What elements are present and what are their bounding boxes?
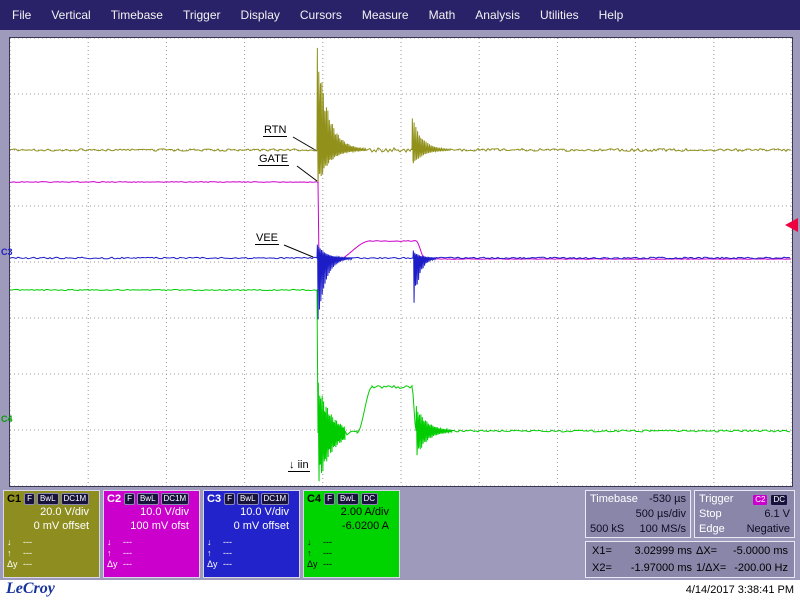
datetime: 4/14/2017 3:38:41 PM <box>686 584 794 596</box>
invdx-value: -200.00 Hz <box>734 561 788 576</box>
rtn-callout-line <box>293 137 317 151</box>
delta-y-icon: Δy <box>207 559 223 570</box>
status-bar: LeCroy 4/14/2017 3:38:41 PM <box>0 580 800 600</box>
c4-level-marker[interactable]: C4 <box>1 414 13 424</box>
trace-label-iin: ↓ iin <box>288 459 310 472</box>
offset-value: 0 mV offset <box>7 519 96 533</box>
menu-item-cursors[interactable]: Cursors <box>290 8 352 22</box>
c3-level-marker[interactable]: C3 <box>1 247 13 257</box>
trigger-box[interactable]: Trigger C2 DC Stop 6.1 V Edge Negative <box>694 490 795 538</box>
offset-value: 0 mV offset <box>207 519 296 533</box>
trigger-coupling-badge: DC <box>770 494 788 506</box>
channel-id: C1 <box>7 493 21 505</box>
up-arrow-icon: ↑ <box>307 548 323 559</box>
menu-item-timebase[interactable]: Timebase <box>101 8 173 22</box>
bwl-badge: BwL <box>137 493 159 505</box>
timebase-rate: 100 MS/s <box>640 522 686 537</box>
cursor-readouts: ↓--- ↑--- Δy--- <box>7 537 96 570</box>
vdiv-value: 10.0 V/div <box>107 505 196 519</box>
down-arrow-icon: ↓ <box>289 459 295 471</box>
cursor-readouts: ↓--- ↑--- Δy--- <box>207 537 296 570</box>
vdiv-value: 10.0 V/div <box>207 505 296 519</box>
down-arrow-icon: ↓ <box>207 537 223 548</box>
x1-label: X1= <box>592 544 612 559</box>
delta-y-icon: Δy <box>7 559 23 570</box>
trace-label-gate: GATE <box>258 153 289 166</box>
filter-badge: F <box>224 493 235 505</box>
trigger-source-badge: C2 <box>752 494 768 506</box>
coupling-badge: DC1M <box>161 493 190 505</box>
down-arrow-icon: ↓ <box>307 537 323 548</box>
timebase-title: Timebase <box>590 492 638 507</box>
trace-label-vee: VEE <box>255 232 279 245</box>
dx-label: ΔX= <box>696 544 717 559</box>
down-arrow-icon: ↓ <box>107 537 123 548</box>
vee-callout-line <box>284 245 313 257</box>
waveform-c1 <box>10 48 790 185</box>
x1-value: 3.02999 ms <box>635 544 692 559</box>
menu-item-help[interactable]: Help <box>589 8 634 22</box>
offset-value: -6.0200 A <box>307 519 396 533</box>
adiv-value: 2.00 A/div <box>307 505 396 519</box>
delta-y-icon: Δy <box>107 559 123 570</box>
menu-item-measure[interactable]: Measure <box>352 8 419 22</box>
x2-label: X2= <box>592 561 612 576</box>
down-arrow-icon: ↓ <box>7 537 23 548</box>
timebase-delay: -530 µs <box>649 492 686 507</box>
timebase-per-div: 500 µs/div <box>636 507 686 522</box>
trigger-title: Trigger <box>699 492 733 507</box>
trigger-mode: Stop <box>699 507 722 522</box>
menu-item-vertical[interactable]: Vertical <box>41 8 100 22</box>
up-arrow-icon: ↑ <box>207 548 223 559</box>
trace-label-rtn: RTN <box>263 124 287 137</box>
cursor-readouts: ↓--- ↑--- Δy--- <box>107 537 196 570</box>
offset-value: 100 mV ofst <box>107 519 196 533</box>
cursor-readout-box: X1= 3.02999 ms ΔX= -5.0000 ms X2= -1.97000 … <box>585 541 795 578</box>
menu-item-analysis[interactable]: Analysis <box>465 8 530 22</box>
dx-value: -5.0000 ms <box>733 544 788 559</box>
waveform-c3 <box>10 245 790 320</box>
filter-badge: F <box>24 493 35 505</box>
channel-box-c1[interactable]: C1 F BwL DC1M 20.0 V/div 0 mV offset ↓--… <box>3 490 100 578</box>
bwl-badge: BwL <box>237 493 259 505</box>
timebase-box[interactable]: Timebase -530 µs 500 µs/div 500 kS 100 MS/… <box>585 490 691 538</box>
coupling-badge: DC <box>361 493 379 505</box>
menu-bar: File Vertical Timebase Trigger Display C… <box>0 0 800 30</box>
menu-item-utilities[interactable]: Utilities <box>530 8 589 22</box>
filter-badge: F <box>124 493 135 505</box>
channel-box-c4[interactable]: C4 F BwL DC 2.00 A/div -6.0200 A ↓--- ↑-… <box>303 490 400 578</box>
invdx-label: 1/ΔX= <box>696 561 726 576</box>
lecroy-logo: LeCroy <box>6 580 55 598</box>
coupling-badge: DC1M <box>261 493 290 505</box>
channel-id: C3 <box>207 493 221 505</box>
waveform-grid[interactable] <box>9 37 793 487</box>
up-arrow-icon: ↑ <box>7 548 23 559</box>
filter-badge: F <box>324 493 335 505</box>
channel-id: C2 <box>107 493 121 505</box>
waveform-canvas <box>10 38 792 486</box>
trigger-slope: Negative <box>747 522 790 537</box>
coupling-badge: DC1M <box>61 493 90 505</box>
bwl-badge: BwL <box>337 493 359 505</box>
trigger-level: 6.1 V <box>764 507 790 522</box>
up-arrow-icon: ↑ <box>107 548 123 559</box>
trigger-level-marker[interactable] <box>785 218 798 232</box>
channel-id: C4 <box>307 493 321 505</box>
channel-box-c3[interactable]: C3 F BwL DC1M 10.0 V/div 0 mV offset ↓--… <box>203 490 300 578</box>
trigger-type: Edge <box>699 522 725 537</box>
delta-y-icon: Δy <box>307 559 323 570</box>
vdiv-value: 20.0 V/div <box>7 505 96 519</box>
timebase-samples: 500 kS <box>590 522 624 537</box>
menu-item-math[interactable]: Math <box>419 8 466 22</box>
menu-item-display[interactable]: Display <box>231 8 290 22</box>
bwl-badge: BwL <box>37 493 59 505</box>
cursor-readouts: ↓--- ↑--- Δy--- <box>307 537 396 570</box>
gate-callout-line <box>297 166 317 181</box>
menu-item-trigger[interactable]: Trigger <box>173 8 231 22</box>
x2-value: -1.97000 ms <box>631 561 692 576</box>
menu-item-file[interactable]: File <box>2 8 41 22</box>
channel-box-c2[interactable]: C2 F BwL DC1M 10.0 V/div 100 mV ofst ↓--… <box>103 490 200 578</box>
